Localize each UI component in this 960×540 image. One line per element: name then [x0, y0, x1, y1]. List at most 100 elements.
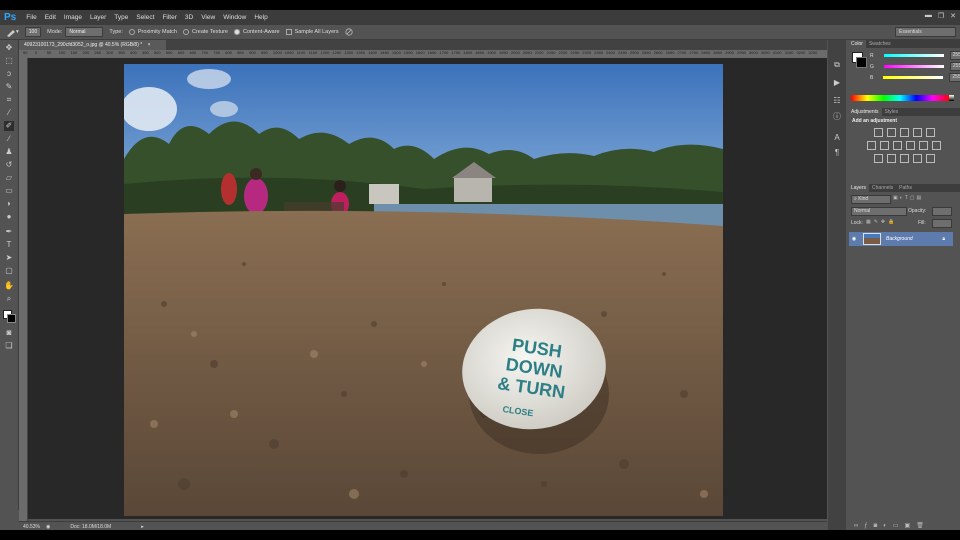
brush-size-picker[interactable]: 100: [24, 27, 42, 37]
path-selection-tool-icon[interactable]: ➤: [4, 253, 14, 263]
brightness-contrast-icon[interactable]: [873, 128, 883, 137]
blur-tool-icon[interactable]: ◗: [4, 199, 14, 209]
pen-tool-icon[interactable]: ✒: [4, 227, 14, 237]
layer-name[interactable]: Background: [886, 236, 913, 242]
close-button[interactable]: ✕: [950, 12, 956, 20]
gradient-map-icon[interactable]: [912, 154, 922, 163]
invert-icon[interactable]: [873, 154, 883, 163]
red-value[interactable]: 255: [949, 51, 960, 60]
quick-select-tool-icon[interactable]: ✎: [4, 82, 14, 92]
zoom-level[interactable]: 40.53%: [23, 524, 40, 530]
black-white-icon[interactable]: [893, 141, 902, 150]
screen-mode-icon[interactable]: ❏: [4, 341, 14, 351]
color-balance-icon[interactable]: [880, 141, 889, 150]
link-layers-icon[interactable]: ∞: [854, 523, 864, 529]
lock-icons[interactable]: ▦✎✥🔒: [866, 219, 897, 225]
background-color-swatch[interactable]: [7, 314, 16, 323]
history-panel-icon[interactable]: ⧉: [832, 60, 842, 70]
layer-filter-icons[interactable]: ▣◐T▢▤: [893, 195, 923, 201]
clone-stamp-tool-icon[interactable]: ♟: [4, 147, 14, 157]
new-layer-icon[interactable]: ▣: [905, 523, 917, 529]
menu-type[interactable]: Type: [110, 14, 132, 21]
paragraph-panel-icon[interactable]: ¶: [832, 148, 842, 158]
layer-row-background[interactable]: ◉ Background 🔒︎: [849, 232, 953, 246]
document-image[interactable]: PUSH DOWN & TURN CLOSE: [124, 64, 723, 516]
crop-tool-icon[interactable]: ⌗: [4, 95, 14, 105]
document-tab[interactable]: 40923100173_290cfd3052_o.jpg @ 40.5% (RG…: [19, 40, 166, 50]
properties-panel-icon[interactable]: ☷: [832, 96, 842, 106]
red-gradient[interactable]: [883, 54, 944, 57]
red-slider[interactable]: R 255: [870, 50, 960, 61]
gradient-tool-icon[interactable]: ▭: [4, 186, 14, 196]
eyedropper-tool-icon[interactable]: ⁄: [4, 108, 14, 118]
photo-filter-icon[interactable]: [906, 141, 915, 150]
add-mask-icon[interactable]: ◙: [874, 523, 884, 529]
spot-healing-brush-tool-icon[interactable]: ✐: [4, 121, 14, 131]
close-tab-icon[interactable]: ×: [148, 42, 151, 48]
workspace-switcher[interactable]: Essentials: [895, 27, 956, 37]
tab-color[interactable]: Color: [848, 40, 866, 48]
layer-style-icon[interactable]: ƒ: [864, 523, 873, 529]
green-slider[interactable]: G 255: [870, 61, 960, 72]
curves-icon[interactable]: [899, 128, 909, 137]
status-info-icon[interactable]: ◉: [46, 524, 50, 530]
type-tool-icon[interactable]: T: [4, 240, 14, 250]
blue-value[interactable]: 255: [949, 73, 960, 82]
info-panel-icon[interactable]: ⓘ: [832, 112, 842, 122]
new-adjustment-icon[interactable]: ◐: [883, 523, 893, 529]
lasso-tool-icon[interactable]: ↄ: [4, 69, 14, 79]
threshold-icon[interactable]: [899, 154, 909, 163]
tool-preset-picker[interactable]: ▾: [6, 28, 19, 37]
blue-gradient[interactable]: [883, 76, 944, 79]
type-content-aware-radio[interactable]: Content-Aware: [233, 29, 280, 35]
tab-paths[interactable]: Paths: [896, 184, 915, 192]
sample-all-layers-checkbox[interactable]: Sample All Layers: [285, 29, 339, 35]
color-background-swatch[interactable]: [856, 57, 867, 68]
zoom-tool-icon[interactable]: ⌕: [4, 294, 14, 304]
mode-select[interactable]: Normal: [65, 27, 104, 37]
hue-saturation-icon[interactable]: [867, 141, 876, 150]
restore-button[interactable]: ❐: [938, 12, 944, 20]
actions-panel-icon[interactable]: ▶: [832, 78, 842, 88]
new-group-icon[interactable]: ▭: [893, 523, 905, 529]
type-proximity-match-radio[interactable]: Proximity Match: [128, 29, 177, 35]
color-lookup-icon[interactable]: [932, 141, 941, 150]
brush-tool-icon[interactable]: ∕: [4, 134, 14, 144]
pressure-size-button[interactable]: [344, 28, 353, 36]
channel-mixer-icon[interactable]: [919, 141, 928, 150]
opacity-input[interactable]: [932, 207, 952, 216]
hand-tool-icon[interactable]: ✋: [4, 281, 14, 291]
menu-help[interactable]: Help: [250, 14, 271, 21]
tab-styles[interactable]: Styles: [882, 108, 902, 116]
eraser-tool-icon[interactable]: ▱: [4, 173, 14, 183]
character-panel-icon[interactable]: A: [832, 133, 842, 143]
vertical-ruler[interactable]: [19, 58, 28, 528]
menu-view[interactable]: View: [197, 14, 219, 21]
blue-slider[interactable]: B 255: [870, 72, 960, 83]
tab-layers[interactable]: Layers: [848, 184, 870, 192]
history-brush-tool-icon[interactable]: ↺: [4, 160, 14, 170]
black-white-ramp[interactable]: [949, 95, 954, 101]
menu-edit[interactable]: Edit: [41, 14, 60, 21]
menu-image[interactable]: Image: [60, 14, 86, 21]
delete-layer-icon[interactable]: 🗑︎: [916, 523, 930, 529]
menu-window[interactable]: Window: [219, 14, 250, 21]
levels-icon[interactable]: [886, 128, 896, 137]
fill-input[interactable]: [932, 219, 952, 228]
type-create-texture-radio[interactable]: Create Texture: [182, 29, 228, 35]
menu-filter[interactable]: Filter: [158, 14, 180, 21]
selective-color-icon[interactable]: [925, 154, 935, 163]
tab-swatches[interactable]: Swatches: [866, 40, 894, 48]
blend-mode-select[interactable]: Normal: [851, 207, 907, 216]
shape-tool-icon[interactable]: ▢: [4, 266, 14, 276]
menu-select[interactable]: Select: [132, 14, 158, 21]
tab-channels[interactable]: Channels: [869, 184, 896, 192]
dodge-tool-icon[interactable]: ●: [4, 212, 14, 222]
canvas-area[interactable]: PUSH DOWN & TURN CLOSE: [28, 58, 827, 519]
menu-file[interactable]: File: [22, 14, 40, 21]
status-menu-arrow-icon[interactable]: ▸: [141, 524, 144, 530]
layer-filter-kind[interactable]: ⌕ Kind: [851, 195, 891, 204]
menu-3d[interactable]: 3D: [181, 14, 197, 21]
minimize-button[interactable]: ▬: [925, 12, 932, 20]
marquee-tool-icon[interactable]: ⬚: [4, 56, 14, 66]
